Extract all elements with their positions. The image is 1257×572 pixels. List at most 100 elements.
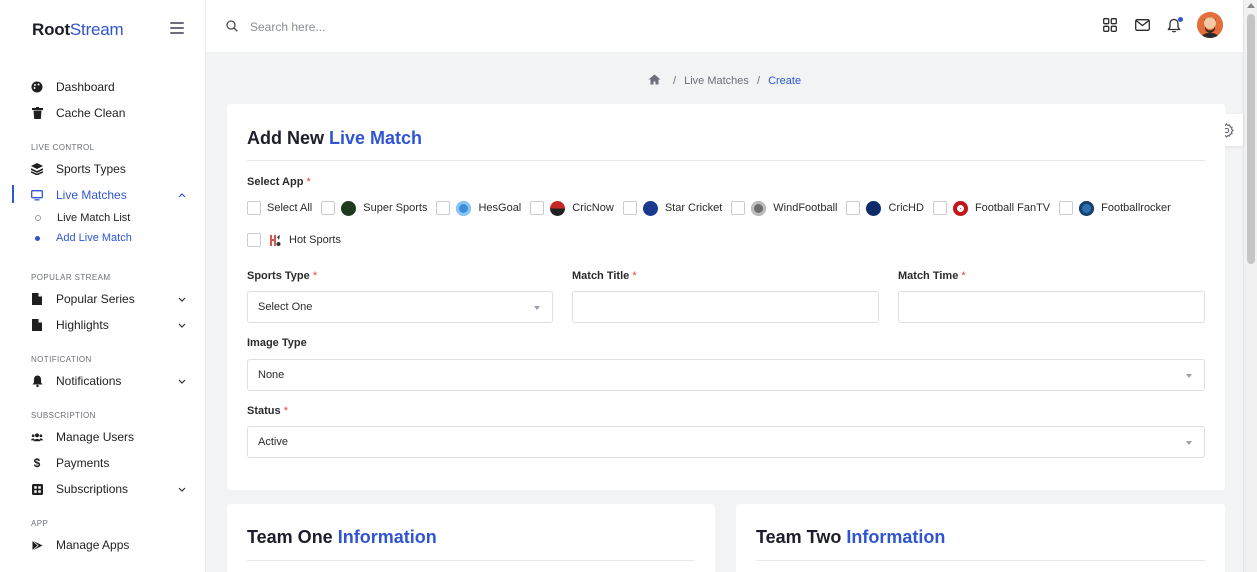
team-two-title: Team Two Information [756,527,945,548]
app-name: Hot Sports [289,234,341,246]
dropdown-caret-icon [534,306,540,310]
required-mark: * [283,405,288,417]
brand-part-2: Stream [69,20,124,39]
checkbox[interactable] [1059,201,1074,215]
app-option-cricnow[interactable]: CricNow [530,200,614,216]
checkbox[interactable] [247,233,261,247]
page-title: Add New Live Match [247,128,422,149]
scroll-thumb[interactable] [1247,14,1255,264]
section-label-live-control: LIVE CONTROL [31,143,95,152]
sidebar-item-manage-users[interactable]: Manage Users [0,424,206,450]
sidebar-item-label: Manage Apps [56,538,130,552]
super-sports-logo-icon [341,200,357,216]
app-name: Super Sports [363,202,428,214]
checkbox[interactable] [731,201,746,215]
app-name: CricNow [572,202,614,214]
home-icon[interactable] [648,74,661,88]
match-title-input[interactable] [572,291,879,323]
status-select[interactable]: Active [247,426,1205,458]
app-option-select-all[interactable]: Select All [247,200,312,216]
sidebar-item-notifications[interactable]: Notifications [0,368,206,394]
app-option-footballrocker[interactable]: Footballrocker [1059,200,1171,216]
breadcrumb-current: Create [768,75,802,87]
app-option-windfootball[interactable]: WindFootball [731,200,837,216]
notification-bell-icon[interactable] [1165,16,1183,34]
sidebar-item-popular-series[interactable]: Popular Series [0,286,206,312]
checkbox[interactable] [932,201,947,215]
mail-icon[interactable] [1133,16,1151,34]
label-text: Sports Type [247,270,310,282]
sidebar-item-payments[interactable]: $ Payments [0,450,206,476]
sidebar-item-label: Payments [56,456,110,470]
dropdown-caret-icon [1186,374,1192,378]
chevron-up-icon [178,190,186,201]
breadcrumb-live-matches[interactable]: Live Matches [684,75,749,87]
title-accent: Live Match [329,128,423,148]
app-name: Star Cricket [664,202,723,214]
label-text: Select App [247,176,304,188]
sidebar-item-sports-types[interactable]: Sports Types [0,156,206,182]
grid-square-icon [31,483,43,495]
label-text: Image Type [247,337,307,349]
crichd-logo-icon [866,200,882,216]
match-time-input[interactable] [898,291,1205,323]
select-app-label: Select App * [247,176,311,188]
select-value: Active [258,436,288,448]
title-prefix: Team Two [756,527,847,547]
sidebar-item-dashboard[interactable]: Dashboard [0,74,206,100]
sports-type-select[interactable]: Select One [247,291,553,323]
checkbox[interactable] [846,201,861,215]
sidebar-item-live-matches[interactable]: Live Matches [0,182,206,208]
breadcrumb: / Live Matches / Create [206,74,1243,88]
app-option-crichd[interactable]: CricHD [846,200,924,216]
sidebar-subitem-add-live-match[interactable]: Add Live Match [0,228,206,248]
sidebar-item-subscriptions[interactable]: Subscriptions [0,476,206,502]
checkbox[interactable] [436,201,451,215]
app-option-star-cricket[interactable]: Star Cricket [622,200,723,216]
file-icon [31,319,43,331]
app-option-super-sports[interactable]: Super Sports [321,200,427,216]
bullet-icon [35,215,41,221]
star-cricket-logo-icon [642,200,658,216]
select-value: Select One [258,301,313,313]
brand-logo[interactable]: RootStream [32,20,124,40]
sidebar-item-cache-clean[interactable]: Cache Clean [0,100,206,126]
top-bar [206,0,1243,53]
required-mark: * [306,176,311,188]
sidebar-subitem-live-match-list[interactable]: Live Match List [0,208,206,228]
brand-part-1: Root [32,20,70,39]
image-type-select[interactable]: None [247,359,1205,391]
app-checkbox-group: Select All Super Sports HesGoal CricNow … [247,200,1207,248]
app-option-hesgoal[interactable]: HesGoal [436,200,521,216]
checkbox[interactable] [622,201,637,215]
divider [247,560,695,561]
app-name: Footballrocker [1101,202,1171,214]
app-option-football-fantv[interactable]: Football FanTV [932,200,1050,216]
sidebar-item-manage-apps[interactable]: Manage Apps [0,532,206,558]
title-prefix: Add New [247,128,330,148]
sidebar-item-label: Live Matches [56,188,127,202]
sidebar-item-label: Notifications [56,374,122,388]
divider [756,560,1205,561]
checkbox[interactable] [247,201,261,215]
status-label: Status * [247,405,288,417]
required-mark: * [312,270,318,282]
dropdown-caret-icon [1186,441,1192,445]
search-input[interactable] [250,17,550,37]
app-option-hot-sports[interactable]: Hot Sports [247,232,341,248]
sidebar-item-label: Dashboard [56,80,115,94]
user-avatar[interactable] [1197,12,1223,38]
app-name: Select All [267,202,313,214]
sidebar-item-highlights[interactable]: Highlights [0,312,206,338]
users-icon [31,431,43,443]
checkbox[interactable] [321,201,336,215]
sidebar-item-label: Cache Clean [56,106,126,120]
scroll-up-icon[interactable] [1247,3,1255,8]
sports-type-label: Sports Type * [247,270,317,282]
divider [247,160,1205,161]
hamburger-menu-icon[interactable] [170,22,184,34]
page-scrollbar[interactable] [1243,0,1257,572]
apps-grid-icon[interactable] [1101,16,1119,34]
team-one-card: Team One Information [227,504,715,572]
checkbox[interactable] [530,201,545,215]
